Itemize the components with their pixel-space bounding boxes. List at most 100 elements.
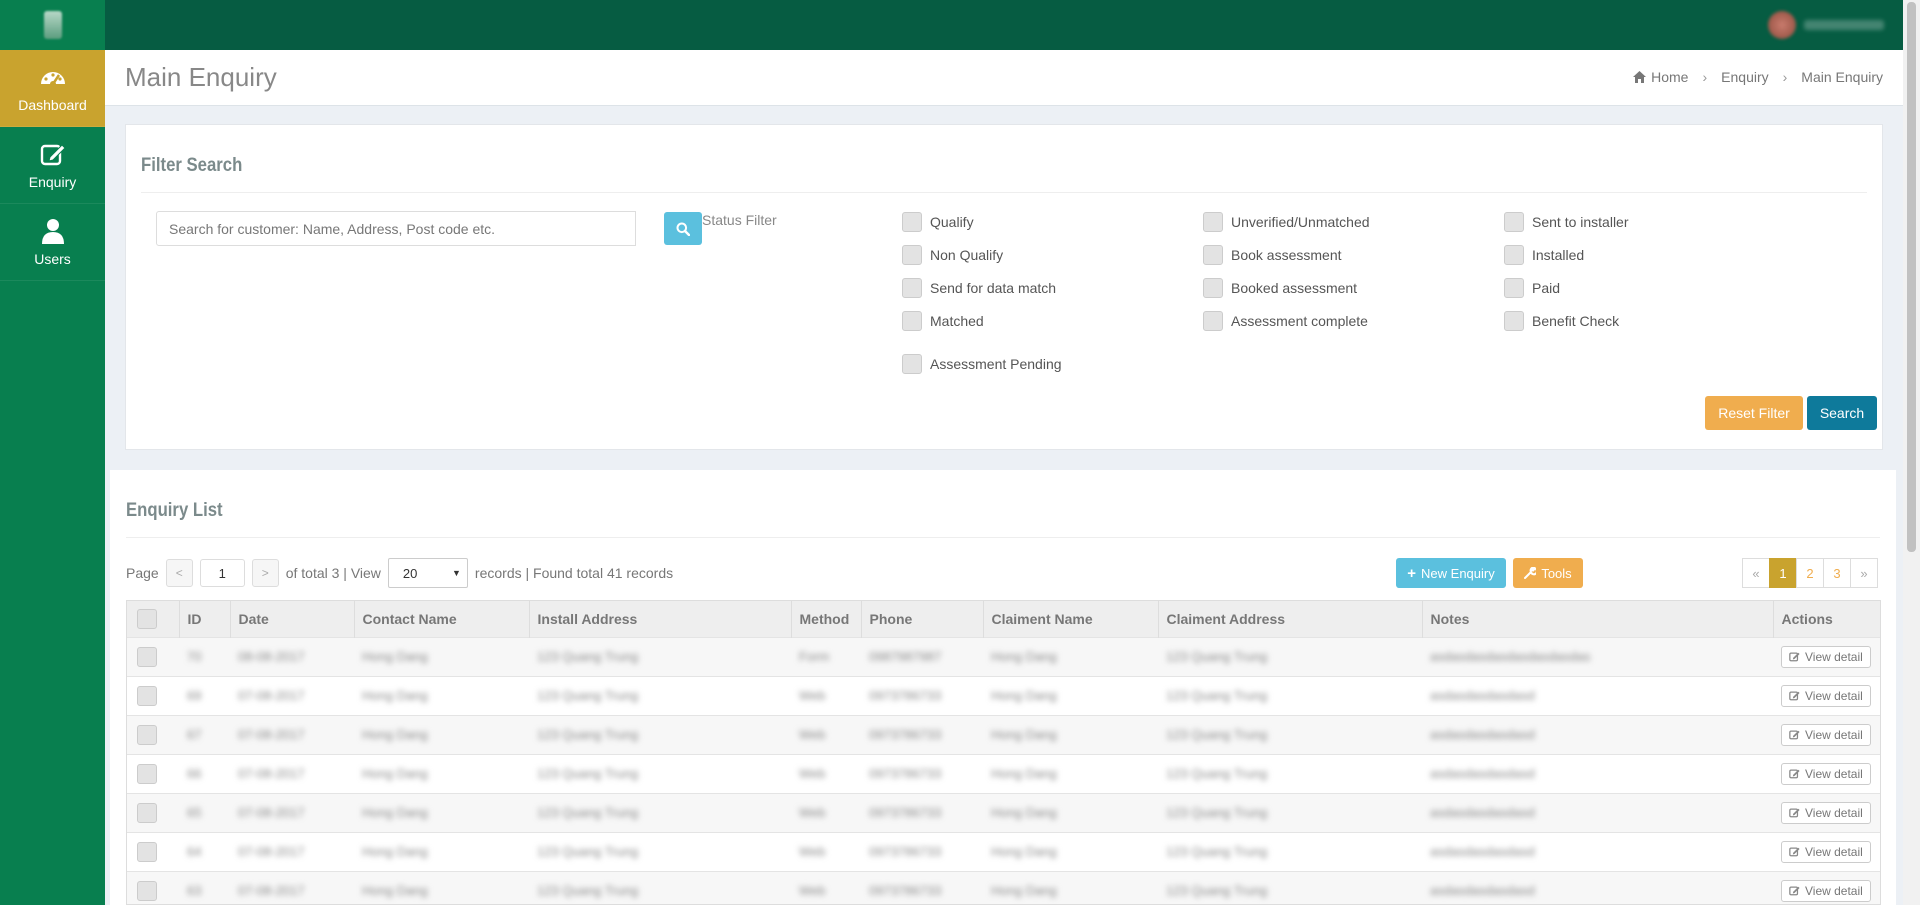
- checkbox-matched[interactable]: Matched: [902, 311, 984, 331]
- checkbox-send-data-match[interactable]: Send for data match: [902, 278, 1056, 298]
- breadcrumb: Home › Enquiry › Main Enquiry: [1633, 69, 1883, 85]
- search-input[interactable]: [156, 211, 636, 246]
- row-checkbox[interactable]: [137, 880, 157, 901]
- page-scrollbar[interactable]: [1903, 0, 1920, 905]
- checkbox-benefit-check[interactable]: Benefit Check: [1504, 311, 1619, 331]
- cell-value: Hong Dang: [991, 844, 1057, 859]
- new-enquiry-button[interactable]: + New Enquiry: [1396, 558, 1506, 588]
- table-cell: Hong Dang: [354, 792, 529, 832]
- sidebar-item-enquiry[interactable]: Enquiry: [0, 127, 105, 204]
- chevron-right-icon[interactable]: >: [251, 559, 279, 587]
- search-submit-button[interactable]: Search: [1807, 396, 1877, 430]
- row-checkbox[interactable]: [137, 802, 157, 823]
- column-header[interactable]: Install Address: [529, 601, 792, 637]
- table-cell: Web: [791, 675, 861, 715]
- column-header[interactable]: Phone: [861, 601, 984, 637]
- cell-value: Hong Dang: [991, 727, 1057, 742]
- pagination-next[interactable]: »: [1850, 558, 1878, 588]
- pagination: « 1 2 3 »: [1742, 558, 1878, 588]
- checkbox[interactable]: [1504, 245, 1524, 265]
- checkbox[interactable]: [1504, 278, 1524, 298]
- checkbox[interactable]: [1504, 311, 1524, 331]
- table-cell: 64: [179, 831, 230, 871]
- breadcrumb-home[interactable]: Home: [1633, 69, 1688, 85]
- view-detail-button[interactable]: View detail: [1781, 684, 1871, 707]
- column-header[interactable]: Method: [791, 601, 862, 637]
- cell-value: 64: [187, 844, 202, 859]
- checkbox-unverified[interactable]: Unverified/Unmatched: [1203, 212, 1370, 232]
- checkbox-assessment-complete[interactable]: Assessment complete: [1203, 311, 1368, 331]
- checkbox[interactable]: [902, 212, 922, 232]
- cell-value: Hong Dang: [991, 883, 1057, 899]
- checkbox-booked-assessment[interactable]: Booked assessment: [1203, 278, 1357, 298]
- checkbox-qualify[interactable]: Qualify: [902, 212, 974, 232]
- view-detail-button[interactable]: View detail: [1781, 801, 1871, 824]
- table-row: 70 08-08-2017 Hong Dang 123 Quang Trung Form…: [127, 636, 1880, 676]
- checkbox-non-qualify[interactable]: Non Qualify: [902, 245, 1003, 265]
- cell-value: 07-08-2017: [238, 805, 305, 820]
- tools-button[interactable]: Tools: [1513, 558, 1583, 588]
- search-button[interactable]: [664, 212, 702, 245]
- select-all-checkbox[interactable]: [137, 608, 157, 629]
- cell-value: Hong Dang: [362, 766, 428, 781]
- table-cell: asdasdasdasdasd: [1422, 870, 1773, 904]
- row-checkbox[interactable]: [137, 646, 157, 667]
- checkbox[interactable]: [902, 245, 922, 265]
- breadcrumb-enquiry[interactable]: Enquiry: [1721, 69, 1768, 85]
- chevron-left-icon[interactable]: <: [165, 559, 193, 587]
- row-checkbox[interactable]: [137, 841, 157, 862]
- cell-value: Web: [799, 805, 826, 820]
- checkbox[interactable]: [902, 354, 922, 374]
- column-header[interactable]: ID: [179, 601, 231, 637]
- checkbox-paid[interactable]: Paid: [1504, 278, 1560, 298]
- checkbox[interactable]: [1504, 212, 1524, 232]
- view-detail-button[interactable]: View detail: [1781, 840, 1871, 863]
- checkbox-assessment-pending[interactable]: Assessment Pending: [902, 354, 1062, 374]
- user-menu[interactable]: [1768, 11, 1884, 39]
- pagination-page-2[interactable]: 2: [1796, 558, 1824, 588]
- edit-icon: [1789, 652, 1800, 662]
- table-cell: 66: [179, 753, 230, 793]
- view-detail-button[interactable]: View detail: [1781, 645, 1871, 668]
- view-detail-label: View detail: [1805, 883, 1863, 898]
- sidebar-item-users[interactable]: Users: [0, 204, 105, 281]
- column-header[interactable]: Claiment Address: [1158, 601, 1423, 637]
- sidebar-item-dashboard[interactable]: Dashboard: [0, 50, 105, 127]
- reset-filter-button[interactable]: Reset Filter: [1705, 396, 1803, 430]
- checkbox[interactable]: [902, 278, 922, 298]
- page-number-input[interactable]: [199, 559, 245, 587]
- checkbox-book-assessment[interactable]: Book assessment: [1203, 245, 1342, 265]
- view-detail-button[interactable]: View detail: [1781, 762, 1871, 785]
- checkbox[interactable]: [1203, 212, 1223, 232]
- column-header: Actions: [1773, 601, 1880, 637]
- table-cell: 0973786733: [861, 675, 983, 715]
- row-checkbox[interactable]: [137, 685, 157, 706]
- cell-value: asdasdasdasdasd: [1430, 766, 1535, 781]
- checkbox[interactable]: [1203, 311, 1223, 331]
- pagination-page-3[interactable]: 3: [1823, 558, 1851, 588]
- records-per-page-select[interactable]: 20 ▼: [387, 558, 468, 588]
- checkbox[interactable]: [902, 311, 922, 331]
- cell-value: 07-08-2017: [238, 727, 305, 742]
- cell-value: 66: [187, 766, 202, 781]
- pagination-page-1[interactable]: 1: [1769, 558, 1797, 588]
- user-icon: [39, 217, 67, 245]
- column-header[interactable]: Contact Name: [354, 601, 530, 637]
- cell-value: 123 Quang Trung: [537, 766, 639, 781]
- scrollbar-thumb[interactable]: [1907, 2, 1916, 552]
- pagination-prev[interactable]: «: [1742, 558, 1770, 588]
- checkbox[interactable]: [1203, 245, 1223, 265]
- checkbox-installed[interactable]: Installed: [1504, 245, 1584, 265]
- view-detail-button[interactable]: View detail: [1781, 723, 1871, 746]
- row-checkbox[interactable]: [137, 724, 157, 745]
- checkbox-sent-installer[interactable]: Sent to installer: [1504, 212, 1629, 232]
- row-checkbox[interactable]: [137, 763, 157, 784]
- table-cell: Hong Dang: [354, 714, 529, 754]
- view-detail-button[interactable]: View detail: [1781, 879, 1871, 902]
- column-header[interactable]: Date: [230, 601, 355, 637]
- table-cell: asdasdasdasdasd: [1422, 714, 1773, 754]
- column-header[interactable]: Notes: [1422, 601, 1774, 637]
- column-header[interactable]: Claiment Name: [983, 601, 1159, 637]
- app-logo[interactable]: [0, 0, 105, 50]
- checkbox[interactable]: [1203, 278, 1223, 298]
